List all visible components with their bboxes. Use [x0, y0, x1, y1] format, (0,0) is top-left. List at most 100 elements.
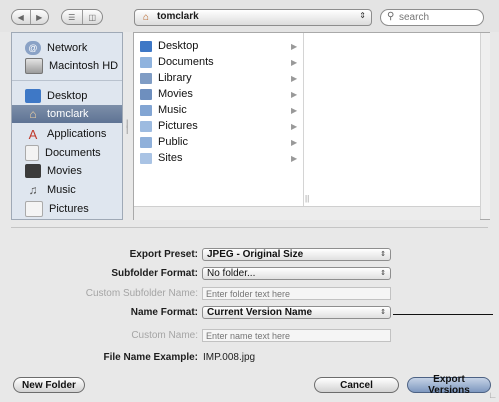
subfolder-format-value: No folder... — [207, 268, 256, 279]
search-field[interactable]: ⚲ — [380, 9, 484, 26]
applications-icon: A — [28, 126, 38, 142]
sidebar-item-label: Movies — [47, 165, 82, 177]
export-preset-popup[interactable]: JPEG - Original Size ⇕ — [202, 248, 391, 261]
pictures-folder-icon — [140, 120, 152, 132]
list-item[interactable]: Documents ▶ — [134, 54, 303, 70]
file-name-example-value: IMP.008.jpg — [203, 352, 256, 363]
path-popup[interactable]: ⌂ tomclark ⇕ — [134, 9, 372, 26]
sidebar-item-movies[interactable]: Movies — [12, 162, 122, 180]
disclosure-arrow-icon: ▶ — [291, 153, 298, 163]
disclosure-arrow-icon: ▶ — [291, 121, 298, 131]
sidebar-item-label: Network — [47, 42, 88, 54]
sidebar-item-tomclark[interactable]: ⌂ tomclark — [12, 105, 122, 123]
search-input[interactable] — [399, 11, 479, 24]
callout-line — [393, 314, 493, 315]
list-item[interactable]: Library ▶ — [134, 70, 303, 86]
custom-subfolder-name-label: Custom Subfolder Name: — [85, 288, 198, 299]
cancel-button[interactable]: Cancel — [314, 377, 399, 393]
item-label: Music — [158, 104, 187, 116]
item-label: Desktop — [158, 40, 199, 52]
disclosure-arrow-icon: ▶ — [291, 105, 298, 115]
disclosure-arrow-icon: ▶ — [291, 57, 298, 67]
item-label: Documents — [158, 56, 214, 68]
browser-column-empty — [304, 33, 480, 219]
subfolder-format-popup[interactable]: No folder... ⇕ — [202, 267, 391, 280]
pictures-icon — [25, 201, 43, 217]
sidebar-item-pictures[interactable]: Pictures — [12, 200, 122, 218]
item-label: Movies — [158, 88, 193, 100]
list-item[interactable]: Public ▶ — [134, 134, 303, 150]
desktop-folder-icon — [140, 40, 152, 52]
horizontal-scrollbar[interactable] — [134, 206, 480, 220]
sidebar: @ Network Macintosh HD Desktop ⌂ tomclar… — [11, 32, 123, 220]
forward-arrow-icon[interactable]: ▶ — [29, 10, 49, 24]
export-preset-label: Export Preset: — [129, 249, 198, 260]
sidebar-splitter[interactable]: | | — [126, 119, 132, 150]
sidebar-item-label: tomclark — [47, 108, 89, 120]
export-preset-value: JPEG - Original Size — [207, 249, 304, 260]
documents-folder-icon — [140, 56, 152, 68]
sidebar-item-network[interactable]: @ Network — [12, 39, 122, 57]
resize-grip-icon[interactable]: ∟ — [488, 390, 497, 400]
custom-subfolder-name-input[interactable] — [203, 288, 389, 300]
popup-arrows-icon: ⇕ — [380, 270, 386, 277]
sidebar-divider — [12, 80, 122, 81]
sidebar-item-label: Applications — [47, 128, 107, 140]
hard-drive-icon — [25, 58, 43, 74]
section-divider — [11, 227, 488, 228]
name-format-value: Current Version Name — [207, 307, 313, 318]
sidebar-item-label: Desktop — [47, 90, 88, 102]
sidebar-item-label: Documents — [45, 147, 101, 159]
item-label: Public — [158, 136, 188, 148]
disclosure-arrow-icon: ▶ — [291, 41, 298, 51]
home-icon: ⌂ — [29, 107, 37, 121]
desktop-icon — [25, 89, 41, 103]
column-view-icon[interactable]: ◫ — [81, 10, 103, 24]
name-format-popup[interactable]: Current Version Name ⇕ — [202, 306, 391, 319]
view-mode-control[interactable]: ☰ ◫ — [61, 9, 103, 25]
custom-name-label: Custom Name: — [131, 330, 198, 341]
list-item[interactable]: Pictures ▶ — [134, 118, 303, 134]
export-versions-button[interactable]: Export Versions — [407, 374, 491, 396]
sidebar-item-label: Music — [47, 184, 76, 196]
sidebar-item-label: Pictures — [49, 203, 89, 215]
sidebar-item-applications[interactable]: A Applications — [12, 125, 122, 143]
music-icon: ♫ — [28, 183, 38, 197]
path-label: tomclark — [157, 11, 199, 22]
movies-folder-icon — [140, 88, 152, 100]
sidebar-item-desktop[interactable]: Desktop — [12, 87, 122, 105]
new-folder-button[interactable]: New Folder — [13, 377, 85, 393]
list-item[interactable]: Music ▶ — [134, 102, 303, 118]
disclosure-arrow-icon: ▶ — [291, 89, 298, 99]
toolbar: ◀ ▶ ☰ ◫ ⌂ tomclark ⇕ ⚲ — [0, 0, 499, 32]
custom-name-input[interactable] — [203, 330, 389, 342]
public-folder-icon — [140, 136, 152, 148]
sidebar-item-music[interactable]: ♫ Music — [12, 181, 122, 199]
popup-arrows-icon: ⇕ — [380, 309, 386, 316]
item-label: Library — [158, 72, 192, 84]
library-folder-icon — [140, 72, 152, 84]
back-forward-control[interactable]: ◀ ▶ — [11, 9, 49, 25]
disclosure-arrow-icon: ▶ — [291, 137, 298, 147]
sidebar-item-macintosh-hd[interactable]: Macintosh HD — [12, 57, 122, 75]
documents-icon — [25, 145, 39, 161]
column-resize-handle[interactable]: || — [305, 194, 309, 203]
sidebar-item-documents[interactable]: Documents — [12, 144, 122, 162]
disclosure-arrow-icon: ▶ — [291, 73, 298, 83]
vertical-scrollbar[interactable] — [480, 33, 490, 219]
list-item[interactable]: Movies ▶ — [134, 86, 303, 102]
sidebar-item-label: Macintosh HD — [49, 60, 119, 72]
back-arrow-icon[interactable]: ◀ — [12, 10, 30, 24]
list-item[interactable]: Sites ▶ — [134, 150, 303, 166]
item-label: Pictures — [158, 120, 198, 132]
subfolder-format-label: Subfolder Format: — [111, 268, 198, 279]
network-icon: @ — [25, 41, 41, 55]
popup-arrows-icon: ⇕ — [380, 251, 386, 258]
file-browser: Desktop ▶ Documents ▶ Library ▶ Movies ▶… — [133, 32, 490, 220]
list-item[interactable]: Desktop ▶ — [134, 38, 303, 54]
movies-icon — [25, 164, 41, 178]
list-view-icon[interactable]: ☰ — [62, 10, 82, 24]
custom-subfolder-name-field[interactable] — [202, 287, 391, 300]
name-format-label: Name Format: — [130, 307, 198, 318]
custom-name-field[interactable] — [202, 329, 391, 342]
